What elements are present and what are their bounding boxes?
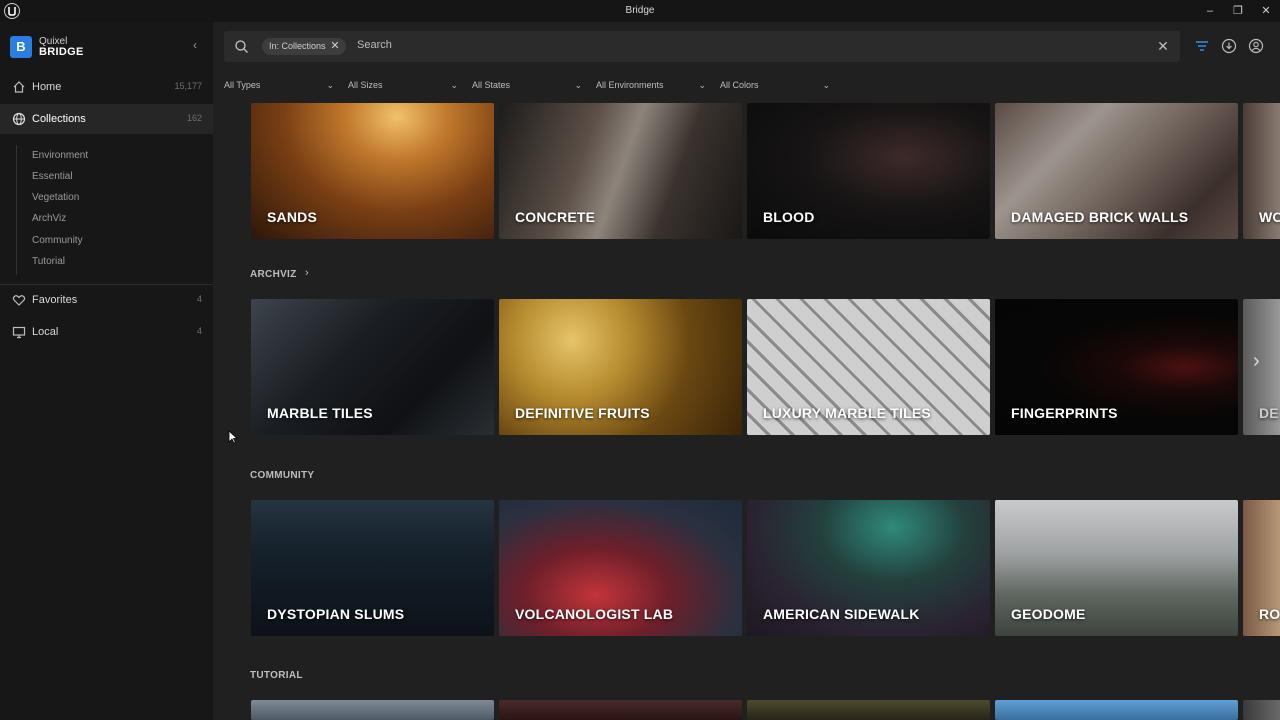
collection-card-title: DYSTOPIAN SLUMS: [267, 606, 405, 622]
sidebar-item-label: Home: [32, 81, 62, 93]
minimize-button[interactable]: –: [1199, 2, 1221, 20]
collection-card-title: RO: [1259, 606, 1280, 622]
chevron-right-icon[interactable]: ›: [305, 267, 309, 279]
filter-label: All Environments: [596, 80, 664, 90]
sidebar-item-label: Favorites: [32, 294, 78, 306]
sidebar-item-local[interactable]: Local 4: [0, 317, 213, 347]
collection-card-title: SANDS: [267, 209, 318, 225]
chevron-down-icon: ⌄: [698, 80, 706, 90]
section-title-community[interactable]: COMMUNITY: [250, 470, 314, 481]
chevron-down-icon: ⌄: [822, 80, 830, 90]
sidebar-item-collections[interactable]: Collections 162: [0, 104, 213, 134]
collection-card[interactable]: BLOOD: [747, 103, 990, 239]
scope-chip-label: In: Collections: [269, 41, 326, 51]
search-icon: [235, 40, 248, 53]
filter-label: All Types: [224, 80, 261, 90]
collection-card[interactable]: DEFINITIVE FRUITS: [499, 299, 742, 435]
collection-card[interactable]: VOLCANOLOGIST LAB: [499, 500, 742, 636]
collection-card[interactable]: [995, 700, 1238, 720]
window-title: Bridge: [625, 5, 655, 16]
collection-card-title: DEFINITIVE FRUITS: [515, 405, 650, 421]
filter-colors-dropdown[interactable]: All Colors ⌄: [720, 80, 830, 96]
sidebar-item-count: 15,177: [174, 81, 202, 91]
collection-card[interactable]: GEODOME: [995, 500, 1238, 636]
collection-card[interactable]: SANDS: [251, 103, 494, 239]
heart-icon: [12, 295, 26, 306]
collection-card-title: LUXURY MARBLE TILES: [763, 405, 931, 421]
mouse-cursor-icon: [228, 430, 238, 444]
collection-card-title: VOLCANOLOGIST LAB: [515, 606, 674, 622]
subnav-item-archviz[interactable]: ArchViz: [32, 213, 66, 224]
clear-search-button[interactable]: ✕: [1154, 37, 1172, 55]
section-title-archviz[interactable]: ARCHVIZ: [250, 269, 297, 280]
restore-button[interactable]: ❐: [1227, 2, 1249, 20]
search-bar[interactable]: In: Collections ✕ Search ✕: [224, 31, 1180, 62]
sidebar-item-count: 4: [196, 294, 202, 304]
collection-card[interactable]: AMERICAN SIDEWALK: [747, 500, 990, 636]
search-input[interactable]: Search: [357, 39, 392, 51]
close-button[interactable]: ✕: [1255, 2, 1277, 20]
sidebar-item-count: 4: [196, 326, 202, 336]
sidebar-item-favorites[interactable]: Favorites 4: [0, 285, 213, 315]
collections-subnav: Environment Essential Vegetation ArchViz…: [16, 145, 213, 275]
collection-card-title: MARBLE TILES: [267, 405, 373, 421]
brand-name-line2: BRIDGE: [39, 46, 84, 58]
title-bar: Bridge – ❐ ✕: [0, 0, 1280, 22]
collection-card-title: AMERICAN SIDEWALK: [763, 606, 920, 622]
collection-card[interactable]: [1243, 700, 1280, 720]
monitor-icon: [12, 326, 26, 339]
subnav-item-essential[interactable]: Essential: [32, 171, 73, 182]
collection-card[interactable]: LUXURY MARBLE TILES: [747, 299, 990, 435]
collection-card[interactable]: [251, 700, 494, 720]
collection-card[interactable]: DE: [1243, 299, 1280, 435]
collection-card[interactable]: FINGERPRINTS: [995, 299, 1238, 435]
remove-scope-chip-button[interactable]: ✕: [330, 38, 339, 55]
home-icon: [13, 81, 25, 93]
collection-card[interactable]: DAMAGED BRICK WALLS: [995, 103, 1238, 239]
collection-card-title: BLOOD: [763, 209, 815, 225]
filter-icon[interactable]: [1194, 38, 1210, 54]
sidebar-item-count: 162: [186, 113, 202, 123]
filter-states-dropdown[interactable]: All States ⌄: [472, 80, 582, 96]
collapse-sidebar-button[interactable]: ‹: [187, 38, 203, 54]
collection-card-title: GEODOME: [1011, 606, 1086, 622]
scope-filter-chip[interactable]: In: Collections ✕: [262, 38, 346, 55]
collection-card[interactable]: RO: [1243, 500, 1280, 636]
section-title-tutorial[interactable]: TUTORIAL: [250, 670, 303, 681]
filter-sizes-dropdown[interactable]: All Sizes ⌄: [348, 80, 458, 96]
collection-card[interactable]: [747, 700, 990, 720]
collection-card[interactable]: WO: [1243, 103, 1280, 239]
collection-card-title: DE: [1259, 405, 1279, 421]
sidebar: B Quixel BRIDGE ‹ Home 15,177 Collection…: [0, 22, 213, 720]
next-page-arrow[interactable]: ›: [1253, 350, 1260, 373]
chevron-down-icon: ⌄: [574, 80, 582, 90]
collection-card-title: FINGERPRINTS: [1011, 405, 1118, 421]
collection-card-title: WO: [1259, 209, 1280, 225]
bridge-badge-icon: B: [10, 36, 32, 58]
subnav-item-vegetation[interactable]: Vegetation: [32, 192, 79, 203]
filter-environments-dropdown[interactable]: All Environments ⌄: [596, 80, 706, 96]
chevron-down-icon: ⌄: [326, 80, 334, 90]
globe-icon: [12, 112, 26, 126]
filter-types-dropdown[interactable]: All Types ⌄: [224, 80, 334, 96]
account-icon[interactable]: [1248, 38, 1264, 54]
subnav-item-tutorial[interactable]: Tutorial: [32, 256, 65, 267]
download-icon[interactable]: [1221, 38, 1237, 54]
sidebar-item-label: Local: [32, 326, 59, 338]
collection-card[interactable]: CONCRETE: [499, 103, 742, 239]
filter-label: All States: [472, 80, 511, 90]
collection-card-title: DAMAGED BRICK WALLS: [1011, 209, 1189, 225]
collection-card[interactable]: DYSTOPIAN SLUMS: [251, 500, 494, 636]
collection-card[interactable]: [499, 700, 742, 720]
filter-label: All Sizes: [348, 80, 383, 90]
sidebar-item-label: Collections: [32, 113, 86, 125]
main-content: In: Collections ✕ Search ✕ All Types ⌄ Al…: [213, 22, 1280, 720]
chevron-down-icon: ⌄: [450, 80, 458, 90]
subnav-item-community[interactable]: Community: [32, 235, 83, 246]
collection-card[interactable]: MARBLE TILES: [251, 299, 494, 435]
sidebar-item-home[interactable]: Home 15,177: [0, 72, 213, 102]
filter-label: All Colors: [720, 80, 759, 90]
collection-card-title: CONCRETE: [515, 209, 596, 225]
subnav-item-environment[interactable]: Environment: [32, 150, 88, 161]
